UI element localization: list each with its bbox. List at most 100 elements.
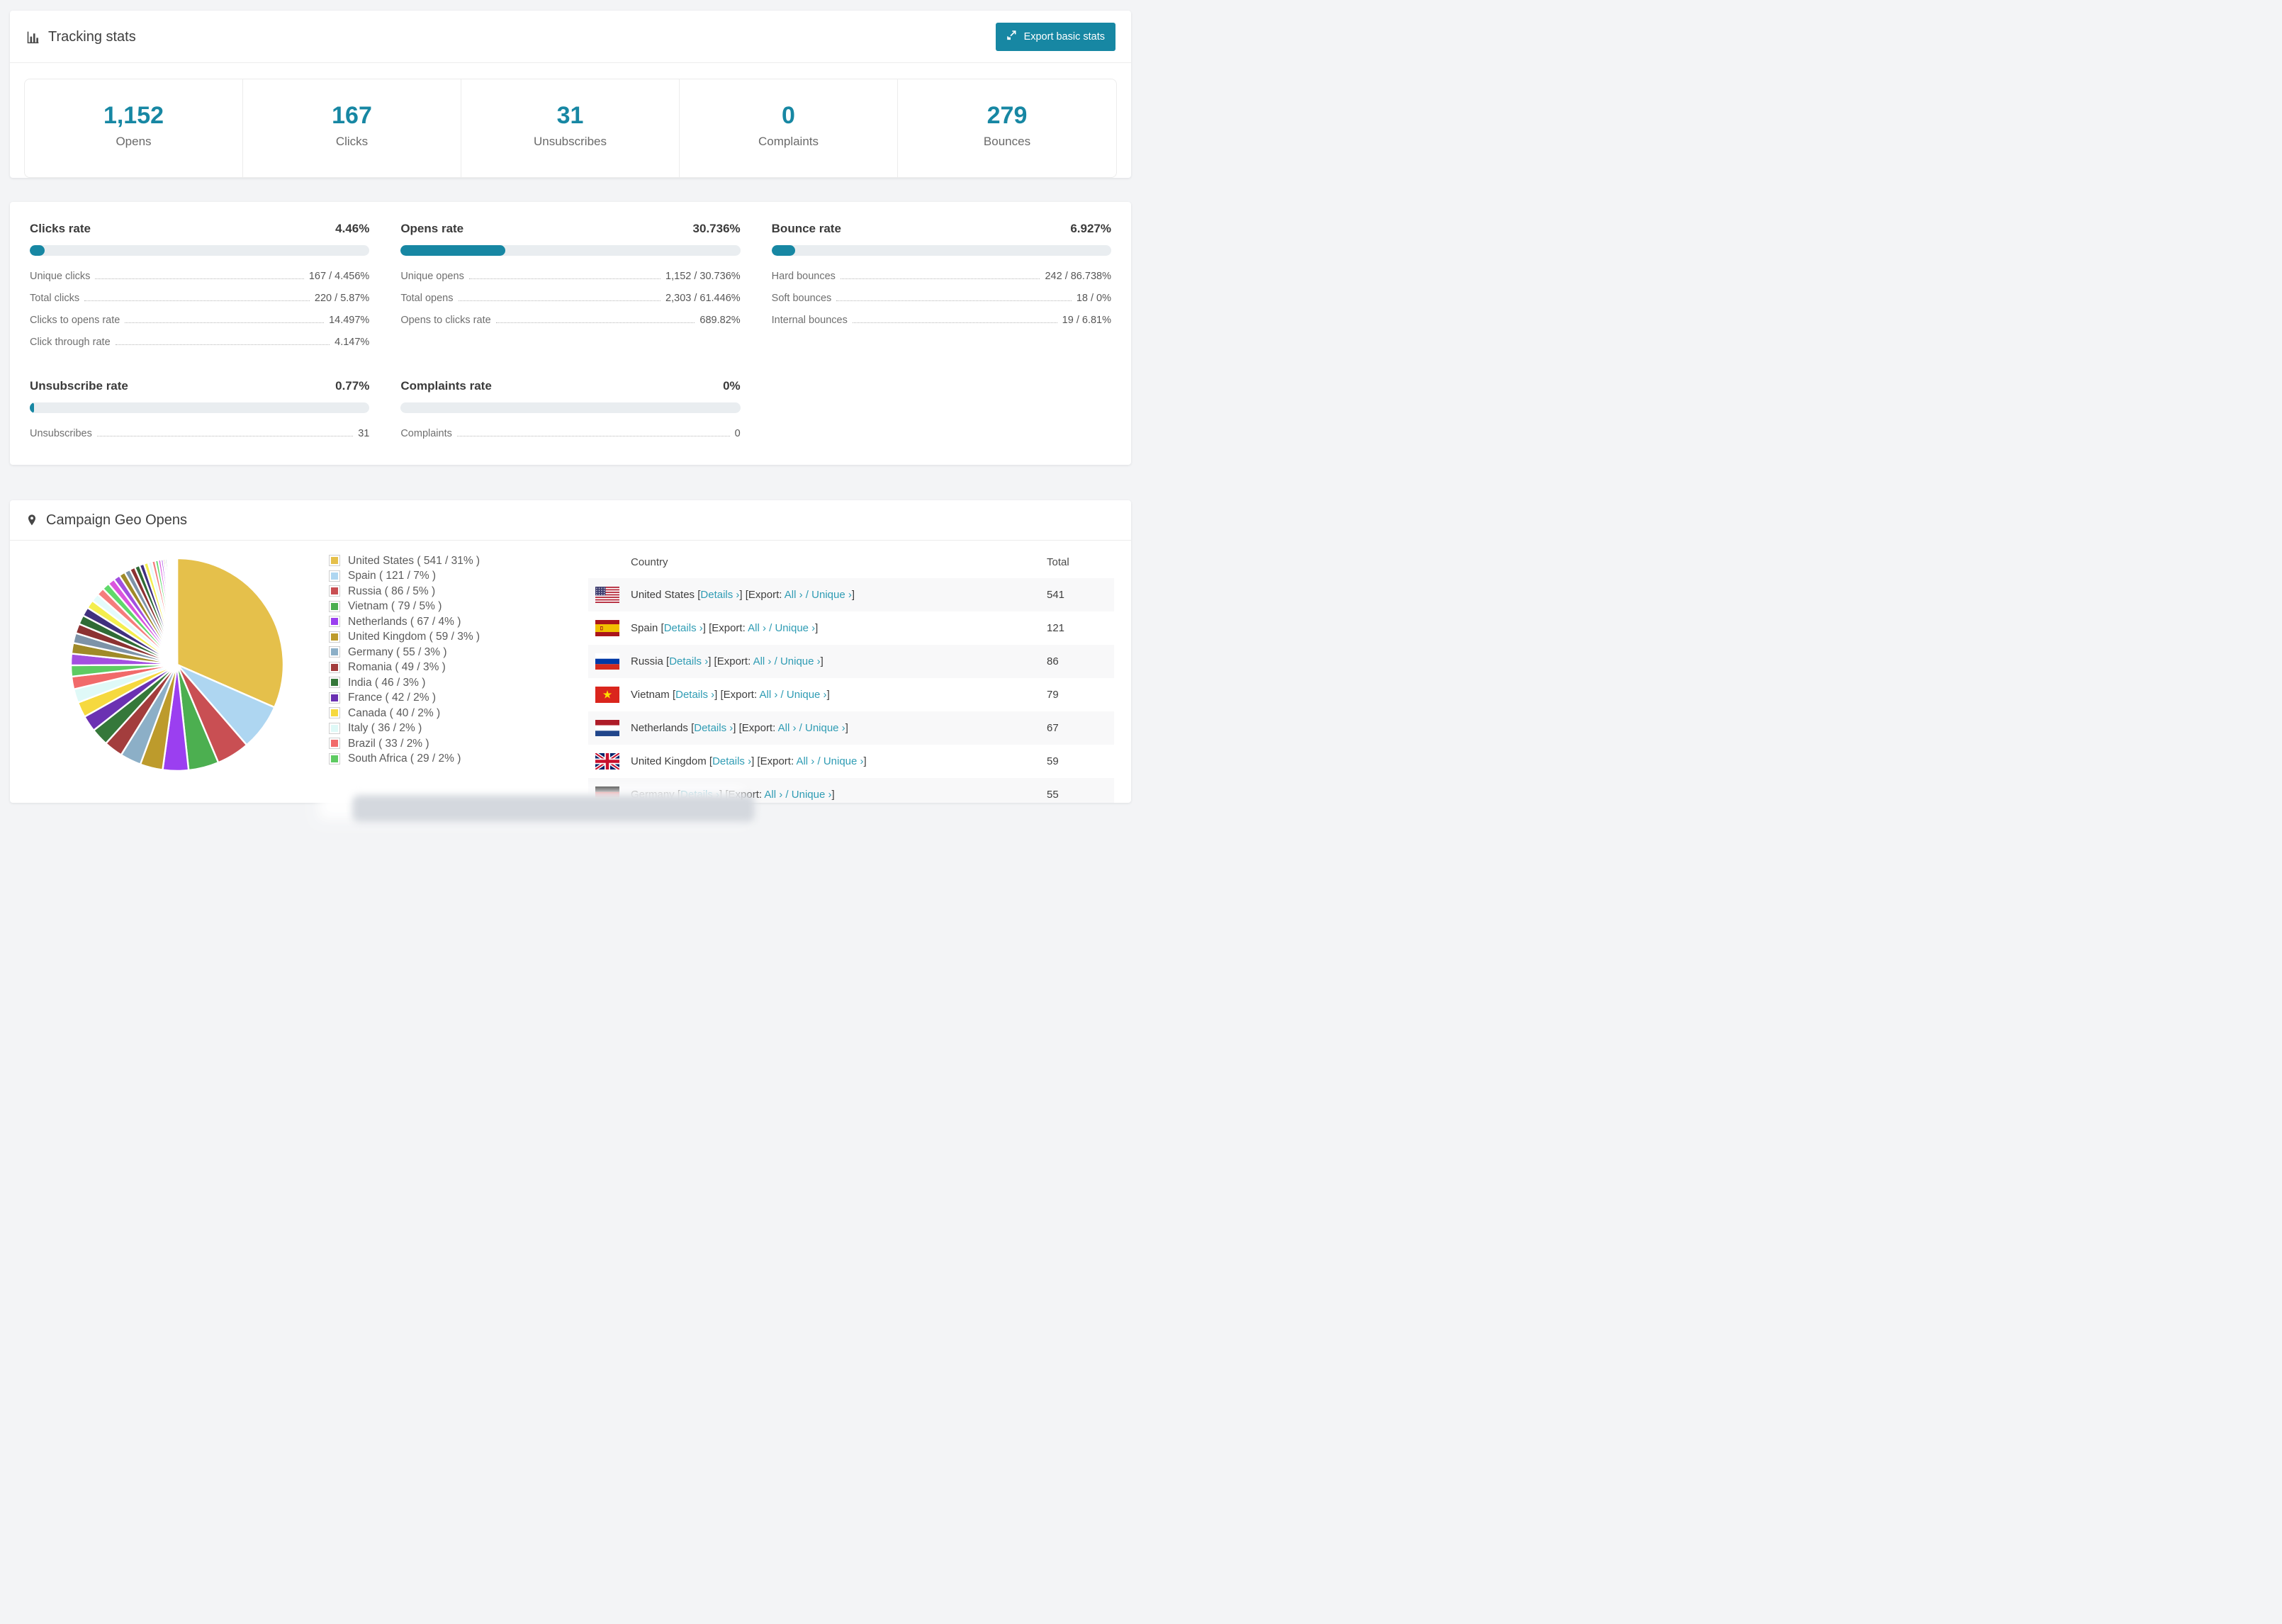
total-value: 121 <box>1047 621 1065 634</box>
export-separator[interactable]: / <box>782 789 792 801</box>
legend-item-united-kingdom[interactable]: United Kingdom ( 59 / 3% ) <box>329 629 588 645</box>
export-separator[interactable]: / <box>771 655 780 667</box>
country-name: Netherlands <box>631 721 692 734</box>
total-value: 59 <box>1047 755 1059 767</box>
country-flag-ru <box>595 653 619 670</box>
dotted-leader <box>458 300 661 301</box>
legend-item-united-states[interactable]: United States ( 541 / 31% ) <box>329 553 588 569</box>
map-pin-icon <box>26 512 38 528</box>
export-unique-link[interactable]: Unique › <box>787 689 827 701</box>
geo-card-title: Campaign Geo Opens <box>26 512 187 529</box>
stat-card-clicks: 167 Clicks <box>243 79 461 177</box>
rate-rows: Unique opens 1,152 / 30.736% Total opens 2,… <box>400 271 740 326</box>
stat-card-bounces: 279 Bounces <box>898 79 1116 177</box>
table-row-spain: Spain [Details ›] [Export: All › / Uniqu… <box>588 611 1114 645</box>
geo-table: Country Total United States [Details ›] … <box>588 541 1114 803</box>
export-unique-link[interactable]: Unique › <box>780 655 821 667</box>
export-separator[interactable]: / <box>796 722 805 734</box>
table-row-united-kingdom: United Kingdom [Details ›] [Export: All … <box>588 745 1114 778</box>
export-separator[interactable]: / <box>777 689 787 701</box>
export-all-link[interactable]: All › <box>778 722 797 734</box>
stat-label: Complaints <box>758 134 819 148</box>
export-unique-link[interactable]: Unique › <box>775 622 815 634</box>
country-flag-vn <box>595 686 619 703</box>
rate-value: 0% <box>723 378 741 393</box>
legend-item-russia[interactable]: Russia ( 86 / 5% ) <box>329 584 588 599</box>
legend-item-italy[interactable]: Italy ( 36 / 2% ) <box>329 721 588 736</box>
country-name: United Kingdom <box>631 755 709 767</box>
legend-item-canada[interactable]: Canada ( 40 / 2% ) <box>329 706 588 721</box>
country-links: Spain [Details ›] [Export: All › / Uniqu… <box>631 622 818 634</box>
stat-label: Clicks <box>335 134 369 148</box>
details-link[interactable]: Details › <box>675 689 714 701</box>
legend-item-netherlands[interactable]: Netherlands ( 67 / 4% ) <box>329 614 588 630</box>
rate-head: Clicks rate 4.46% <box>30 222 369 236</box>
export-unique-link[interactable]: Unique › <box>792 789 832 801</box>
country-flag-nl <box>595 719 619 736</box>
legend-swatch <box>329 555 340 567</box>
rate-block-unsubscribe-rate: Unsubscribe rate 0.77% Unsubscribes 31 <box>30 378 370 439</box>
legend-swatch <box>329 600 340 612</box>
legend-item-india[interactable]: India ( 46 / 3% ) <box>329 675 588 691</box>
export-separator[interactable]: / <box>803 589 812 601</box>
export-separator[interactable]: / <box>766 622 775 634</box>
legend-item-germany[interactable]: Germany ( 55 / 3% ) <box>329 645 588 660</box>
rate-row-value: 242 / 86.738% <box>1045 270 1111 282</box>
rate-row-label: Internal bounces <box>771 314 848 326</box>
legend-swatch <box>329 661 340 673</box>
dotted-leader <box>840 278 1040 279</box>
pie-slice-other[interactable] <box>176 557 179 665</box>
country-cell: Netherlands [Details ›] [Export: All › /… <box>588 719 1047 736</box>
export-all-link[interactable]: All › <box>760 689 778 701</box>
dotted-leader <box>468 278 661 279</box>
rate-row: Soft bounces 18 / 0% <box>772 293 1111 304</box>
details-link[interactable]: Details › <box>669 655 708 667</box>
export-unique-link[interactable]: Unique › <box>811 589 852 601</box>
export-all-link[interactable]: All › <box>796 755 814 767</box>
tracking-card-title: Tracking stats <box>26 29 136 45</box>
export-separator[interactable]: / <box>814 755 824 767</box>
legend-label: Germany ( 55 / 3% ) <box>348 645 447 658</box>
legend-label: Netherlands ( 67 / 4% ) <box>348 615 461 628</box>
legend-label: Romania ( 49 / 3% ) <box>348 661 446 674</box>
campaign-geo-opens-card: Campaign Geo Opens United States ( 541 /… <box>10 500 1131 803</box>
export-all-link[interactable]: All › <box>748 622 766 634</box>
legend-item-spain[interactable]: Spain ( 121 / 7% ) <box>329 568 588 584</box>
legend-item-vietnam[interactable]: Vietnam ( 79 / 5% ) <box>329 599 588 614</box>
country-name: Vietnam <box>631 688 673 701</box>
export-basic-stats-button[interactable]: Export basic stats <box>995 23 1115 51</box>
rate-row-label: Unique clicks <box>30 270 91 282</box>
rate-block-clicks-rate: Clicks rate 4.46% Unique clicks 167 / 4.456… <box>30 222 370 348</box>
country-name: United States <box>631 588 698 601</box>
details-link[interactable]: Details › <box>694 722 733 734</box>
dotted-leader <box>852 322 1057 323</box>
export-all-link[interactable]: All › <box>764 789 782 801</box>
rate-row-value: 0 <box>734 427 741 439</box>
legend-item-romania[interactable]: Romania ( 49 / 3% ) <box>329 660 588 675</box>
stat-label: Bounces <box>983 134 1031 148</box>
legend-item-france[interactable]: France ( 42 / 2% ) <box>329 690 588 706</box>
details-link[interactable]: Details › <box>700 589 739 601</box>
rate-row-value: 220 / 5.87% <box>314 292 370 304</box>
details-link[interactable]: Details › <box>712 755 751 767</box>
table-row-netherlands: Netherlands [Details ›] [Export: All › /… <box>588 711 1114 745</box>
rate-row-value: 18 / 0% <box>1076 292 1111 304</box>
progress-bar <box>400 244 741 256</box>
legend-swatch <box>329 722 340 734</box>
details-link[interactable]: Details › <box>664 622 703 634</box>
table-row-russia: Russia [Details ›] [Export: All › / Uniq… <box>588 644 1114 678</box>
geo-card-header: Campaign Geo Opens <box>10 500 1131 540</box>
stat-value: 0 <box>782 102 795 129</box>
export-unique-link[interactable]: Unique › <box>824 755 864 767</box>
total-value: 86 <box>1047 655 1059 667</box>
export-all-link[interactable]: All › <box>785 589 803 601</box>
rate-rows: Hard bounces 242 / 86.738% Soft bounces 18 … <box>772 271 1111 326</box>
rate-title: Unsubscribe rate <box>30 378 128 393</box>
export-unique-link[interactable]: Unique › <box>805 722 845 734</box>
legend-label: Russia ( 86 / 5% ) <box>348 585 436 597</box>
legend-item-brazil[interactable]: Brazil ( 33 / 2% ) <box>329 736 588 752</box>
progress-fill <box>30 244 45 256</box>
country-links: Netherlands [Details ›] [Export: All › /… <box>631 722 848 734</box>
legend-item-south-africa[interactable]: South Africa ( 29 / 2% ) <box>329 751 588 767</box>
export-all-link[interactable]: All › <box>753 655 772 667</box>
